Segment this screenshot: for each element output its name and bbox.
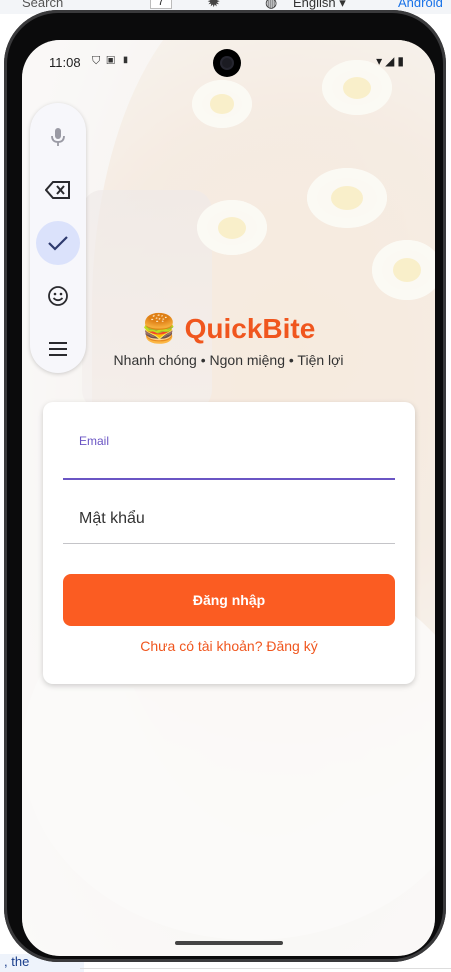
burger-icon: 🍔 bbox=[141, 313, 177, 344]
brand-logo-row: 🍔 QuickBite bbox=[22, 312, 435, 346]
login-card: Email Mật khẩu Đăng nhập Chưa có tài kho… bbox=[43, 402, 415, 684]
register-link[interactable]: Chưa có tài khoản? Đăng ký bbox=[43, 638, 415, 654]
status-system-icons: ▾◢▮ bbox=[376, 54, 407, 68]
android-link[interactable]: Android bbox=[398, 0, 443, 10]
email-field[interactable]: Email bbox=[63, 426, 395, 480]
status-time: 11:08 bbox=[49, 55, 81, 70]
phone-screen: 11:08 ⛉▣▮ ▾◢▮ 🍔 QuickBite Nhanh chóng • … bbox=[22, 40, 435, 956]
front-camera bbox=[213, 49, 241, 77]
brand-header: 🍔 QuickBite Nhanh chóng • Ngon miệng • T… bbox=[22, 312, 435, 368]
phone-frame: 11:08 ⛉▣▮ ▾◢▮ 🍔 QuickBite Nhanh chóng • … bbox=[4, 10, 446, 962]
check-icon[interactable] bbox=[36, 221, 80, 265]
login-button[interactable]: Đăng nhập bbox=[63, 574, 395, 626]
divider bbox=[80, 968, 451, 969]
password-field[interactable]: Mật khẩu bbox=[63, 498, 395, 544]
password-placeholder: Mật khẩu bbox=[79, 510, 145, 527]
home-indicator[interactable] bbox=[175, 941, 283, 945]
status-bar: 11:08 ⛉▣▮ ▾◢▮ bbox=[22, 40, 435, 80]
email-label: Email bbox=[79, 434, 110, 448]
app-tagline: Nhanh chóng • Ngon miệng • Tiện lợi bbox=[113, 352, 344, 368]
search-label[interactable]: Search bbox=[22, 0, 63, 10]
microphone-icon[interactable] bbox=[36, 115, 80, 159]
status-notification-icons: ⛉▣▮ bbox=[92, 55, 136, 67]
app-title: QuickBite bbox=[184, 313, 316, 344]
backspace-icon[interactable] bbox=[36, 168, 80, 212]
number-field[interactable]: 7 bbox=[150, 0, 172, 9]
